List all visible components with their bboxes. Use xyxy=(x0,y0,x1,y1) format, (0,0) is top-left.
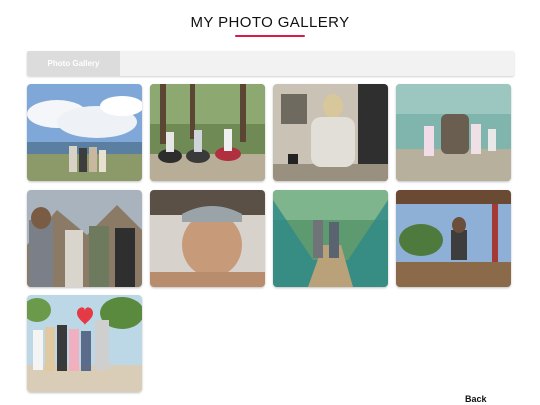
gallery-photo-2[interactable] xyxy=(150,84,265,181)
gallery-photo-3[interactable] xyxy=(273,84,388,181)
title-underline xyxy=(235,35,305,37)
gallery-photo-5[interactable] xyxy=(27,190,142,287)
tab-bar: Photo Gallery xyxy=(27,51,514,76)
gallery-photo-7[interactable] xyxy=(273,190,388,287)
tab-photo-gallery[interactable]: Photo Gallery xyxy=(27,51,120,76)
gallery-photo-9[interactable] xyxy=(27,295,142,392)
page-title: MY PHOTO GALLERY xyxy=(190,14,350,31)
gallery-photo-8[interactable] xyxy=(396,190,511,287)
back-button[interactable]: Back xyxy=(465,394,487,404)
gallery-photo-1[interactable] xyxy=(27,84,142,181)
gallery-photo-4[interactable] xyxy=(396,84,511,181)
gallery-photo-6[interactable] xyxy=(150,190,265,287)
